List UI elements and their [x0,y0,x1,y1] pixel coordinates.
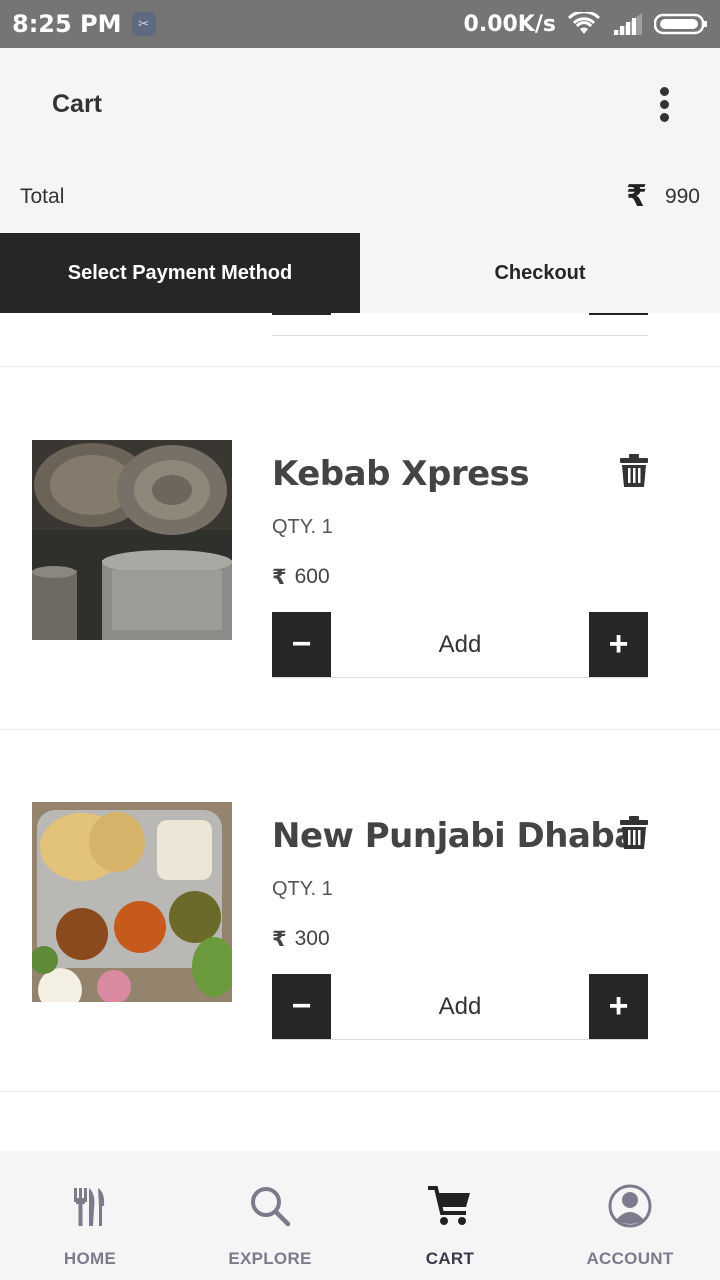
signal-icon [612,13,642,35]
battery-icon [654,13,707,35]
list-item: Kebab Xpress QTY. 1 ₹ 600 − Add + [0,368,720,730]
price-value: 600 [294,565,330,588]
total-amount: ₹ 990 [626,179,700,214]
bottom-nav: HOME EXPLORE CART ACCOUNT [0,1151,720,1280]
status-right: 0.00K/s [464,12,708,37]
decrement-button[interactable]: − [272,974,331,1039]
page-title: Cart [52,89,103,118]
rupee-icon: ₹ [626,180,647,213]
cart-actions: Select Payment Method Checkout [0,233,720,313]
app-bar: Cart [0,48,720,160]
account-icon [608,1184,652,1228]
rupee-icon: ₹ [272,566,287,589]
list-item-partial [0,313,720,367]
trash-icon[interactable] [619,454,649,488]
item-quantity: QTY. 1 [272,878,333,900]
decrement-button[interactable]: − [272,612,331,677]
restaurant-image [32,440,232,640]
nav-item-home[interactable]: HOME [0,1151,180,1280]
increment-button[interactable]: + [589,612,648,677]
notification-icon: ✂ [131,12,156,36]
status-bar: 8:25 PM ✂ 0.00K/s [0,0,720,48]
rupee-icon: ₹ [272,928,287,951]
list-item: New Punjabi Dhaba QTY. 1 ₹ 300 − Add + [0,730,720,1092]
restaurant-image [32,802,232,1002]
nav-label: HOME [63,1249,117,1268]
quantity-stepper: − Add + [272,974,648,1040]
checkout-button[interactable]: Checkout [360,233,720,313]
item-price: ₹ 300 [272,927,330,952]
quantity-stepper: − Add + [272,612,648,678]
add-label[interactable]: Add [331,993,589,1021]
select-payment-method-button[interactable]: Select Payment Method [0,233,360,313]
add-label[interactable]: Add [331,631,589,659]
item-quantity: QTY. 1 [272,516,333,538]
nav-label: CART [425,1249,475,1268]
nav-label: ACCOUNT [586,1249,674,1268]
total-value: 990 [664,184,700,208]
cart-icon [428,1186,470,1225]
nav-item-explore[interactable]: EXPLORE [180,1151,360,1280]
more-vert-icon[interactable] [644,74,684,134]
item-price: ₹ 600 [272,565,330,590]
restaurant-name: Kebab Xpress [272,454,530,494]
total-label: Total [20,184,65,208]
increment-button[interactable]: + [589,974,648,1039]
network-speed: 0.00K/s [463,11,556,37]
trash-icon[interactable] [619,816,649,850]
price-value: 300 [294,927,330,950]
wifi-icon [568,12,600,34]
nav-label: EXPLORE [228,1249,312,1268]
status-time: 8:25 PM [12,10,122,38]
total-row: Total ₹ 990 [0,160,720,233]
restaurant-name: New Punjabi Dhaba [272,816,637,856]
fork-knife-icon [74,1188,105,1226]
cart-list[interactable]: Kebab Xpress QTY. 1 ₹ 600 − Add + New Pu… [0,313,720,1151]
search-icon [251,1187,291,1227]
nav-item-account[interactable]: ACCOUNT [540,1151,720,1280]
nav-item-cart[interactable]: CART [360,1151,540,1280]
